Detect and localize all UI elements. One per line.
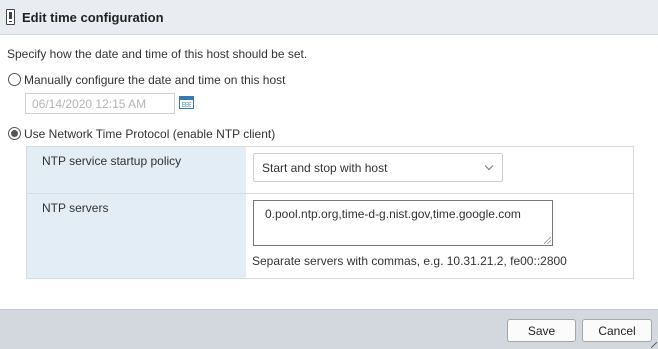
dialog-title: Edit time configuration	[22, 10, 164, 25]
ntp-servers-label: NTP servers	[42, 201, 109, 215]
dialog-resize-icon[interactable]	[651, 342, 657, 348]
startup-policy-label: NTP service startup policy	[42, 154, 182, 168]
manual-config-radio[interactable]	[8, 73, 21, 86]
ntp-settings-table: NTP service startup policy Start and sto…	[26, 146, 634, 279]
host-config-icon	[6, 9, 15, 25]
startup-policy-select[interactable]: Start and stop with host	[253, 153, 503, 182]
intro-text: Specify how the date and time of this ho…	[7, 47, 308, 61]
row-divider	[27, 193, 633, 194]
ntp-servers-textarea[interactable]: 0.pool.ntp.org,time-d-g.nist.gov,time.go…	[253, 200, 553, 246]
manual-config-label: Manually configure the date and time on …	[24, 73, 286, 87]
ntp-label: Use Network Time Protocol (enable NTP cl…	[24, 127, 276, 141]
startup-policy-value: Start and stop with host	[262, 161, 388, 175]
datetime-input[interactable]: 06/14/2020 12:15 AM	[25, 93, 175, 114]
resize-grip-icon[interactable]	[544, 237, 551, 244]
save-button[interactable]: Save	[507, 319, 576, 342]
ntp-radio[interactable]	[8, 127, 21, 140]
dialog-titlebar: Edit time configuration	[0, 0, 658, 35]
ntp-servers-hint: Separate servers with commas, e.g. 10.31…	[252, 254, 567, 268]
calendar-icon[interactable]	[179, 96, 194, 109]
cancel-button[interactable]: Cancel	[582, 319, 652, 342]
chevron-down-icon	[484, 161, 494, 171]
ntp-servers-value: 0.pool.ntp.org,time-d-g.nist.gov,time.go…	[265, 207, 521, 221]
dialog-footer: Save Cancel	[0, 309, 658, 349]
